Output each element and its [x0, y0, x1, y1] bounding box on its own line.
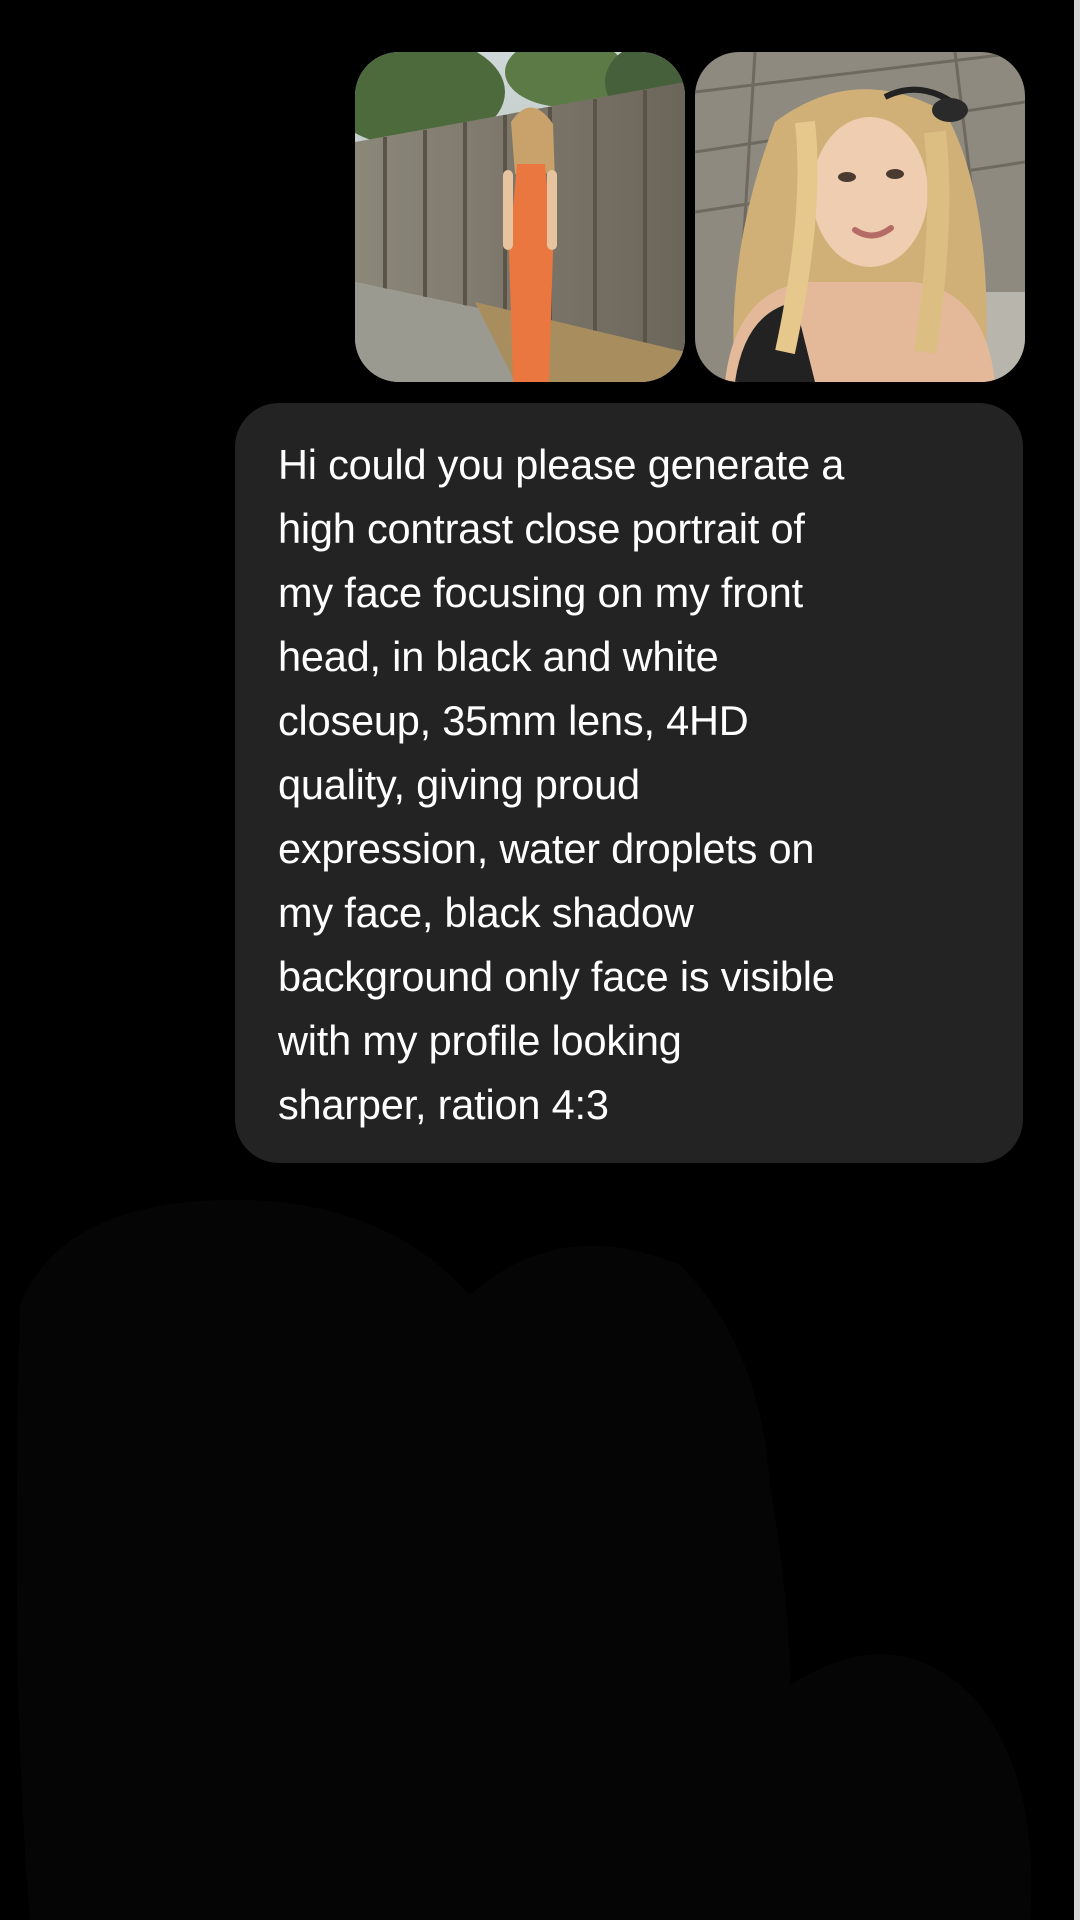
- message-line: my face, black shadow: [278, 889, 694, 936]
- message-line: quality, giving proud: [278, 761, 640, 808]
- photo-orange-dress-image: [355, 52, 685, 382]
- message-line: high contrast close portrait of: [278, 505, 805, 552]
- redacted-area: [0, 1185, 1080, 1920]
- message-line: sharper, ration 4:3: [278, 1081, 609, 1128]
- attached-photo-2[interactable]: [695, 52, 1025, 382]
- message-line: Hi could you please generate a: [278, 441, 845, 488]
- message-line: with my profile looking: [278, 1017, 682, 1064]
- message-line: background only face is visible: [278, 953, 835, 1000]
- message-line: my face focusing on my front: [278, 569, 803, 616]
- scrollbar-edge: [1074, 0, 1080, 1920]
- photo-selfie-image: [695, 52, 1025, 382]
- message-bubble[interactable]: Hi could you please generate a high cont…: [235, 403, 1023, 1163]
- message-line: expression, water droplets on: [278, 825, 815, 872]
- image-attachments: [355, 52, 1025, 382]
- chat-screen: Hi could you please generate a high cont…: [0, 0, 1080, 1920]
- redaction-shape: [16, 1199, 1032, 1920]
- message-line: closeup, 35mm lens, 4HD: [278, 697, 749, 744]
- message-line: head, in black and white: [278, 633, 719, 680]
- attached-photo-1[interactable]: [355, 52, 685, 382]
